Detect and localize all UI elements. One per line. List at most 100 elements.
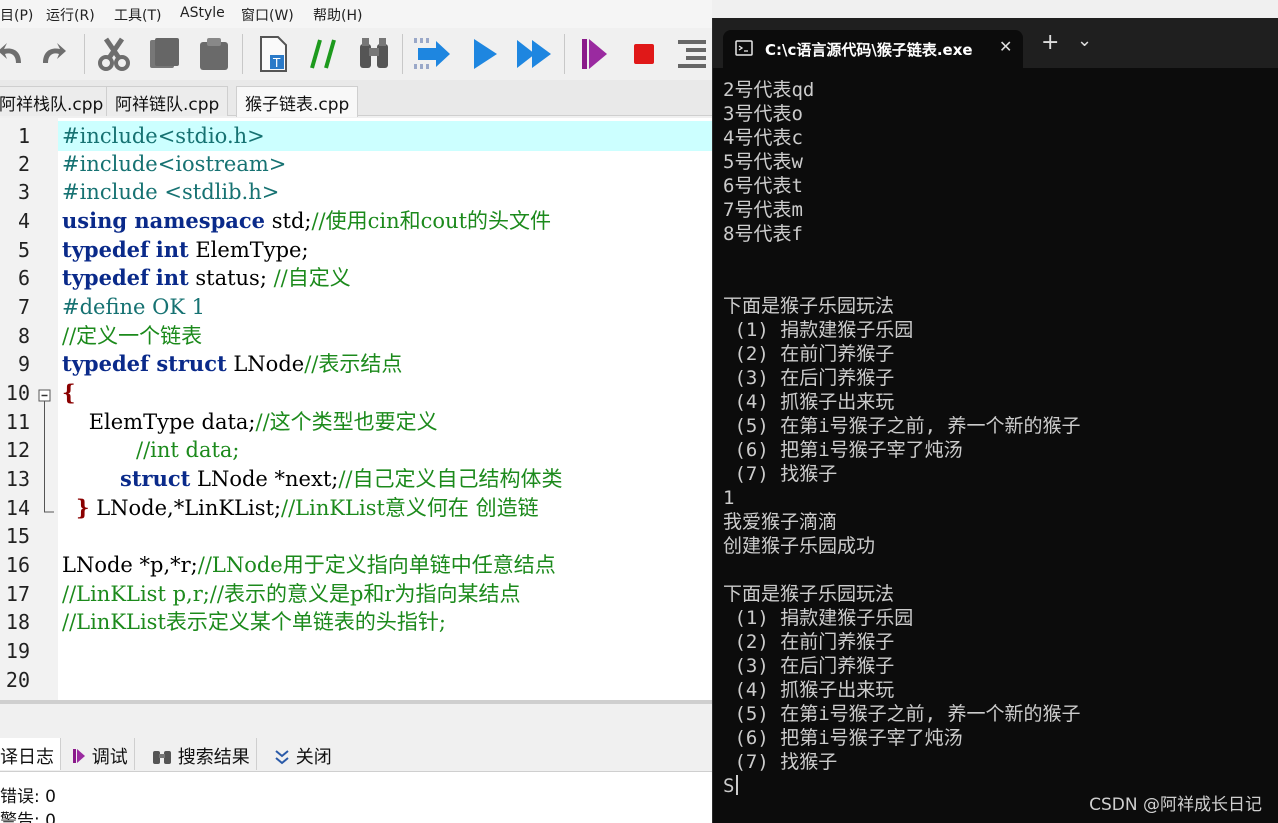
- code-line: LNode *p,*r;//LNode用于定义指向单链中任意结点: [62, 551, 556, 579]
- code-line: typedef int ElemType;: [62, 236, 309, 264]
- tab-debug-label: 调试: [91, 747, 128, 768]
- line-number: 1: [17, 124, 30, 148]
- terminal-line: (4) 抓猴子出来玩: [723, 391, 895, 413]
- terminal-line: 下面是猴子乐园玩法: [723, 295, 895, 317]
- ide-window: 目(P) 运行(R) 工具(T) AStyle 窗口(W) 帮助(H) T 阿祥…: [0, 0, 712, 823]
- code-line: {: [62, 380, 76, 405]
- comment-toggle-icon[interactable]: [304, 34, 344, 74]
- line-number: 13: [5, 467, 30, 491]
- line-number: 12: [5, 438, 30, 462]
- code-comment: //这个类型也要定义: [255, 410, 438, 434]
- terminal-line: 3号代表o: [723, 103, 803, 125]
- terminal-line: 创建猴子乐园成功: [723, 535, 876, 557]
- indent-icon[interactable]: [672, 34, 712, 74]
- error-count: 错误: 0: [0, 787, 56, 807]
- code-line: //int data;: [136, 438, 240, 462]
- paste-icon[interactable]: [194, 34, 234, 74]
- terminal-output[interactable]: 2号代表qd 3号代表o 4号代表c 5号代表w 6号代表t 7号代表m 8号代…: [723, 78, 1273, 798]
- code-text: ElemType data;: [62, 410, 256, 434]
- svg-text:T: T: [272, 56, 281, 70]
- menu-project[interactable]: 目(P): [0, 5, 33, 25]
- undo-icon[interactable]: [0, 34, 32, 74]
- warning-count: 警告: 0: [0, 811, 56, 823]
- document-icon[interactable]: T: [254, 34, 294, 74]
- run-icon[interactable]: [464, 34, 504, 74]
- compile-icon[interactable]: [412, 34, 452, 74]
- menu-help[interactable]: 帮助(H): [313, 5, 362, 25]
- terminal-line: (7) 找猴子: [723, 751, 838, 773]
- toolbar: T: [0, 28, 712, 80]
- code-keyword: int: [155, 265, 189, 290]
- tab-compile-log[interactable]: 译日志: [0, 738, 61, 770]
- code-keyword: int: [155, 237, 189, 262]
- terminal-line: (3) 在后门养猴子: [723, 367, 895, 389]
- code-line: #include<iostream>: [62, 152, 287, 176]
- tab-file-monkey-list[interactable]: 猴子链表.cpp: [236, 86, 359, 117]
- binoculars-icon[interactable]: [354, 34, 394, 74]
- terminal-line: (6) 把第i号猴子宰了炖汤: [723, 439, 963, 461]
- tab-close-panel[interactable]: 关闭: [268, 738, 338, 770]
- new-tab-button[interactable]: +: [1041, 32, 1059, 54]
- terminal-tab[interactable]: C:\c语言源代码\猴子链表.exe ✕: [723, 30, 1023, 68]
- close-tab-button[interactable]: ✕: [999, 37, 1012, 56]
- fold-marker-icon[interactable]: [36, 386, 58, 516]
- code-editor[interactable]: 1 2 3 4 5 6 7 8 9 10 11 12 13 14 15 16 1…: [0, 118, 712, 700]
- terminal-line: (2) 在前门养猴子: [723, 631, 895, 653]
- terminal-line: 5号代表w: [723, 151, 803, 173]
- line-number: 17: [5, 582, 30, 606]
- menu-window[interactable]: 窗口(W): [241, 5, 294, 25]
- line-number: 7: [17, 295, 30, 319]
- tab-dropdown-button[interactable]: ⌄: [1077, 30, 1092, 51]
- terminal-line: (1) 捐款建猴子乐园: [723, 319, 914, 341]
- tab-file-linked-queue[interactable]: 阿祥链队.cpp: [106, 86, 229, 116]
- code-line: //LinKList表示定义某个单链表的头指针;: [62, 610, 446, 634]
- code-text: status;: [188, 266, 274, 290]
- copy-icon[interactable]: [144, 34, 184, 74]
- line-number: 10: [5, 381, 30, 405]
- tab-close-panel-label: 关闭: [295, 747, 332, 768]
- text-caret: [736, 775, 739, 795]
- menu-tools[interactable]: 工具(T): [114, 5, 161, 25]
- debug-icon: [73, 749, 85, 763]
- menu-astyle[interactable]: AStyle: [180, 5, 225, 21]
- code-line: typedef int status; //自定义: [62, 264, 351, 292]
- tab-search-results[interactable]: 搜索结果: [146, 738, 257, 770]
- menu-run[interactable]: 运行(R): [46, 5, 95, 25]
- cut-icon[interactable]: [94, 34, 134, 74]
- line-number: 4: [17, 209, 30, 233]
- terminal-line: (2) 在前门养猴子: [723, 343, 895, 365]
- bottom-panel-tabs: 译日志 调试 搜索结果 关闭: [0, 736, 712, 772]
- stop-icon[interactable]: [624, 34, 664, 74]
- debug-icon[interactable]: [574, 34, 614, 74]
- chevron-down-icon: [275, 750, 289, 765]
- code-keyword: typedef: [62, 265, 150, 290]
- terminal-line: 1: [723, 487, 735, 509]
- line-number: 2: [17, 152, 30, 176]
- code-keyword: struct: [120, 466, 191, 491]
- line-number: 9: [17, 352, 30, 376]
- code-keyword: using namespace: [62, 208, 266, 233]
- terminal-title-bar: C:\c语言源代码\猴子链表.exe ✕ + ⌄: [713, 18, 1278, 68]
- file-tab-bar: 阿祥栈队.cpp 阿祥链队.cpp 猴子链表.cpp: [0, 80, 712, 117]
- tab-search-results-label: 搜索结果: [177, 747, 250, 768]
- tab-file-stack-queue[interactable]: 阿祥栈队.cpp: [0, 86, 113, 116]
- code-line: ElemType data;//这个类型也要定义: [62, 408, 438, 436]
- compile-run-icon[interactable]: [514, 34, 554, 74]
- line-number: 19: [5, 639, 30, 663]
- tab-debug[interactable]: 调试: [66, 738, 135, 770]
- watermark: CSDN @阿祥成长日记: [1089, 795, 1262, 815]
- code-line: #include <stdlib.h>: [62, 180, 280, 204]
- code-keyword: typedef: [62, 237, 150, 262]
- menu-bar: 目(P) 运行(R) 工具(T) AStyle 窗口(W) 帮助(H): [0, 0, 712, 28]
- terminal-line: (7) 找猴子: [723, 463, 838, 485]
- panel-splitter[interactable]: [0, 700, 712, 736]
- line-number: 11: [5, 410, 30, 434]
- code-comment: //使用cin和cout的头文件: [311, 209, 552, 233]
- redo-icon[interactable]: [32, 34, 72, 74]
- terminal-line: (4) 抓猴子出来玩: [723, 679, 895, 701]
- code-brace: }: [76, 495, 90, 520]
- line-number: 18: [5, 610, 30, 634]
- code-line: } LNode,*LinKList;//LinKList意义何在 创造链: [76, 494, 539, 522]
